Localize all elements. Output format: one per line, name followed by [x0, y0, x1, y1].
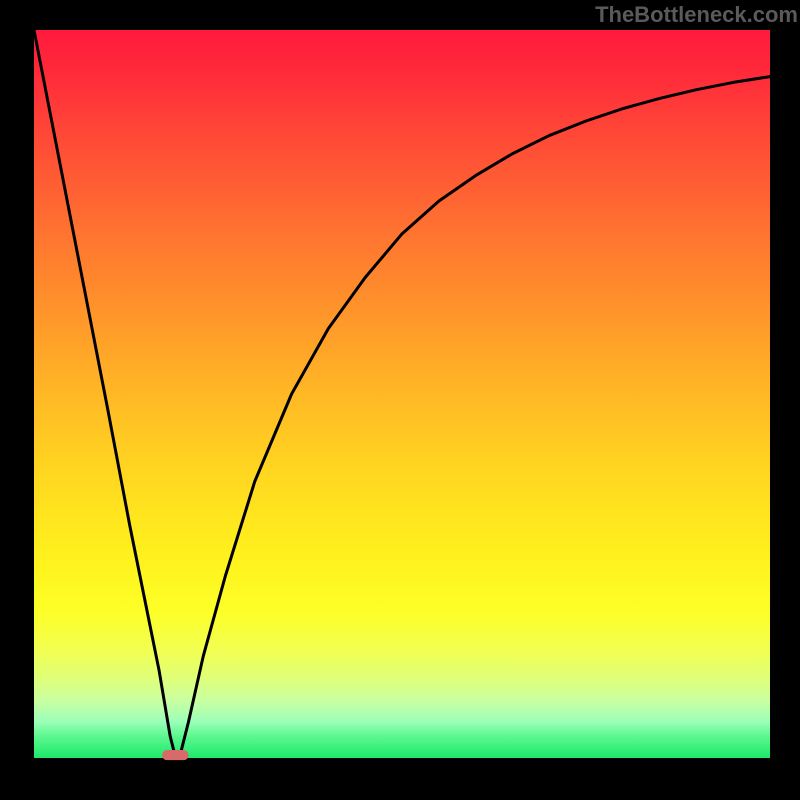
watermark-text: TheBottleneck.com: [595, 2, 798, 28]
bottleneck-curve: [34, 30, 770, 758]
chart-frame: TheBottleneck.com: [0, 0, 800, 800]
optimal-marker: [162, 750, 188, 760]
curve-layer: [0, 0, 800, 800]
